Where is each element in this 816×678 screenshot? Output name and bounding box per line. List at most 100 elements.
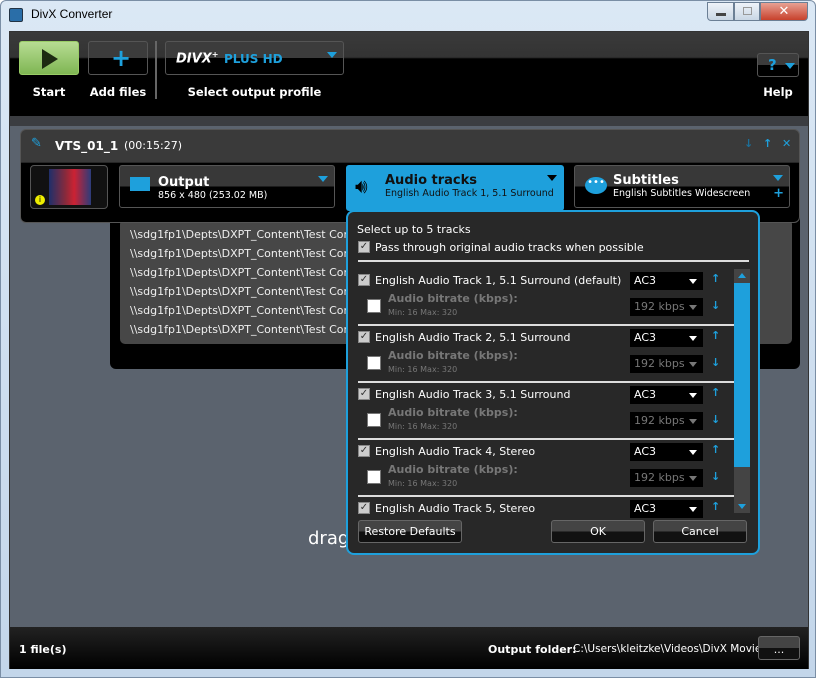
output-profile-dropdown[interactable]: DIVX+ PLUS HD (165, 41, 344, 75)
track-row: ✓ English Audio Track 4, Stereo AC3 ↑ Au… (348, 439, 734, 497)
chevron-down-icon (773, 175, 783, 181)
track-label: English Audio Track 2, 5.1 Surround (375, 331, 571, 344)
scroll-up-icon[interactable] (738, 273, 746, 278)
move-up-icon[interactable]: ↑ (711, 386, 720, 399)
audio-tracks-popup: Select up to 5 tracks ✓ Pass through ori… (346, 210, 760, 555)
track-checkbox[interactable]: ✓ (358, 502, 370, 514)
start-label: Start (32, 85, 66, 99)
audio-tracks-dropdown[interactable]: 🔊︎ Audio tracks English Audio Track 1, 5… (346, 165, 564, 211)
codec-select[interactable]: AC3 (630, 329, 703, 347)
divider (358, 260, 749, 262)
move-up-icon[interactable]: ↑ (711, 443, 720, 456)
play-icon (42, 49, 58, 69)
move-down-icon[interactable]: ↓ (711, 356, 720, 369)
scrollbar-thumb[interactable] (734, 283, 750, 467)
output-folder-label: Output folder: (488, 643, 577, 656)
bitrate-select[interactable]: 192 kbps (630, 298, 703, 316)
remove-icon[interactable]: ✕ (782, 137, 791, 150)
output-title: Output (158, 175, 210, 190)
subtitles-dropdown[interactable]: ••• Subtitles English Subtitles Widescre… (574, 165, 790, 208)
add-subtitle-icon[interactable]: + (773, 186, 784, 201)
close-button[interactable]: ✕ (760, 2, 808, 21)
scrollbar[interactable] (734, 269, 750, 513)
help-button[interactable]: ? (757, 53, 799, 77)
track-label: English Audio Track 1, 5.1 Surround (def… (375, 274, 622, 287)
info-icon[interactable]: i (35, 195, 45, 205)
file-duration: (00:15:27) (124, 139, 182, 152)
bitrate-checkbox[interactable] (367, 413, 381, 427)
track-label: English Audio Track 5, Stereo (375, 502, 536, 515)
cancel-button[interactable]: Cancel (653, 520, 747, 543)
status-bar: 1 file(s) Output folder: C:\Users\kleitz… (10, 627, 808, 669)
restore-defaults-button[interactable]: Restore Defaults (358, 520, 462, 543)
passthrough-checkbox[interactable]: ✓ (358, 241, 370, 253)
add-files-button[interactable]: + (88, 41, 148, 75)
scroll-down-icon[interactable] (738, 504, 746, 509)
drop-hint: drag (308, 528, 350, 549)
bitrate-value: 192 kbps (634, 300, 685, 313)
add-files-label: Add files (89, 85, 147, 99)
window-title: DivX Converter (31, 7, 113, 21)
track-row: ✓ English Audio Track 2, 5.1 Surround AC… (348, 325, 734, 383)
track-checkbox[interactable]: ✓ (358, 331, 370, 343)
track-checkbox[interactable]: ✓ (358, 445, 370, 457)
bitrate-label: Audio bitrate (kbps): (388, 349, 518, 362)
move-down-icon[interactable]: ↓ (711, 470, 720, 483)
minimize-button[interactable] (707, 2, 734, 21)
move-down-icon[interactable]: ↓ (711, 413, 720, 426)
codec-value: AC3 (634, 388, 657, 401)
codec-select[interactable]: AC3 (630, 443, 703, 461)
speech-bubble-icon: ••• (585, 177, 607, 194)
file-card: ✎ VTS_01_1 (00:15:27) ↓ ↑ ✕ i Output 856… (20, 129, 800, 223)
track-checkbox[interactable]: ✓ (358, 274, 370, 286)
divx-logo: DIVX+ (176, 50, 219, 67)
chevron-down-icon (785, 63, 795, 69)
output-detail: 856 x 480 (253.02 MB) (158, 190, 268, 201)
video-thumbnail[interactable]: i (30, 165, 108, 209)
codec-select[interactable]: AC3 (630, 386, 703, 404)
start-button[interactable] (19, 41, 79, 75)
audio-title: Audio tracks (385, 173, 478, 188)
bitrate-checkbox[interactable] (367, 470, 381, 484)
window: DivX Converter ✕ Start + Add files DIVX+… (0, 0, 816, 678)
pencil-icon[interactable]: ✎ (31, 136, 42, 151)
help-icon: ? (768, 56, 777, 74)
codec-value: AC3 (634, 331, 657, 344)
browse-folder-button[interactable]: ... (758, 636, 800, 660)
track-list: ✓ English Audio Track 1, 5.1 Surround (d… (348, 268, 734, 518)
divider (155, 41, 157, 99)
codec-value: AC3 (634, 274, 657, 287)
app-icon (9, 8, 23, 22)
bitrate-value: 192 kbps (634, 471, 685, 484)
profile-name: PLUS HD (224, 52, 283, 66)
separator (10, 116, 808, 126)
bitrate-select[interactable]: 192 kbps (630, 355, 703, 373)
monitor-icon (130, 177, 150, 191)
chevron-down-icon (547, 175, 557, 181)
file-name[interactable]: VTS_01_1 (55, 139, 118, 153)
codec-select[interactable]: AC3 (630, 272, 703, 290)
move-up-icon[interactable]: ↑ (711, 272, 720, 285)
bitrate-checkbox[interactable] (367, 356, 381, 370)
move-up-icon[interactable]: ↑ (711, 500, 720, 513)
output-folder-path: C:\Users\kleitzke\Videos\DivX Movies (573, 643, 767, 655)
move-up-icon[interactable]: ↑ (711, 329, 720, 342)
bitrate-label: Audio bitrate (kbps): (388, 463, 518, 476)
bitrate-value: 192 kbps (634, 357, 685, 370)
move-up-icon[interactable]: ↑ (763, 137, 772, 150)
move-down-icon[interactable]: ↓ (744, 137, 753, 150)
bitrate-checkbox[interactable] (367, 299, 381, 313)
move-down-icon[interactable]: ↓ (711, 299, 720, 312)
plus-icon: + (111, 44, 132, 72)
file-count: 1 file(s) (19, 643, 67, 656)
bitrate-select[interactable]: 192 kbps (630, 469, 703, 487)
track-checkbox[interactable]: ✓ (358, 388, 370, 400)
track-row: ✓ English Audio Track 5, Stereo AC3 ↑ Au… (348, 496, 734, 518)
bitrate-range: Min: 16 Max: 320 (388, 365, 458, 374)
ok-button[interactable]: OK (551, 520, 645, 543)
codec-select[interactable]: AC3 (630, 500, 703, 518)
output-dropdown[interactable]: Output 856 x 480 (253.02 MB) (119, 165, 335, 208)
maximize-button[interactable] (734, 2, 760, 21)
track-row: ✓ English Audio Track 3, 5.1 Surround AC… (348, 382, 734, 440)
bitrate-select[interactable]: 192 kbps (630, 412, 703, 430)
